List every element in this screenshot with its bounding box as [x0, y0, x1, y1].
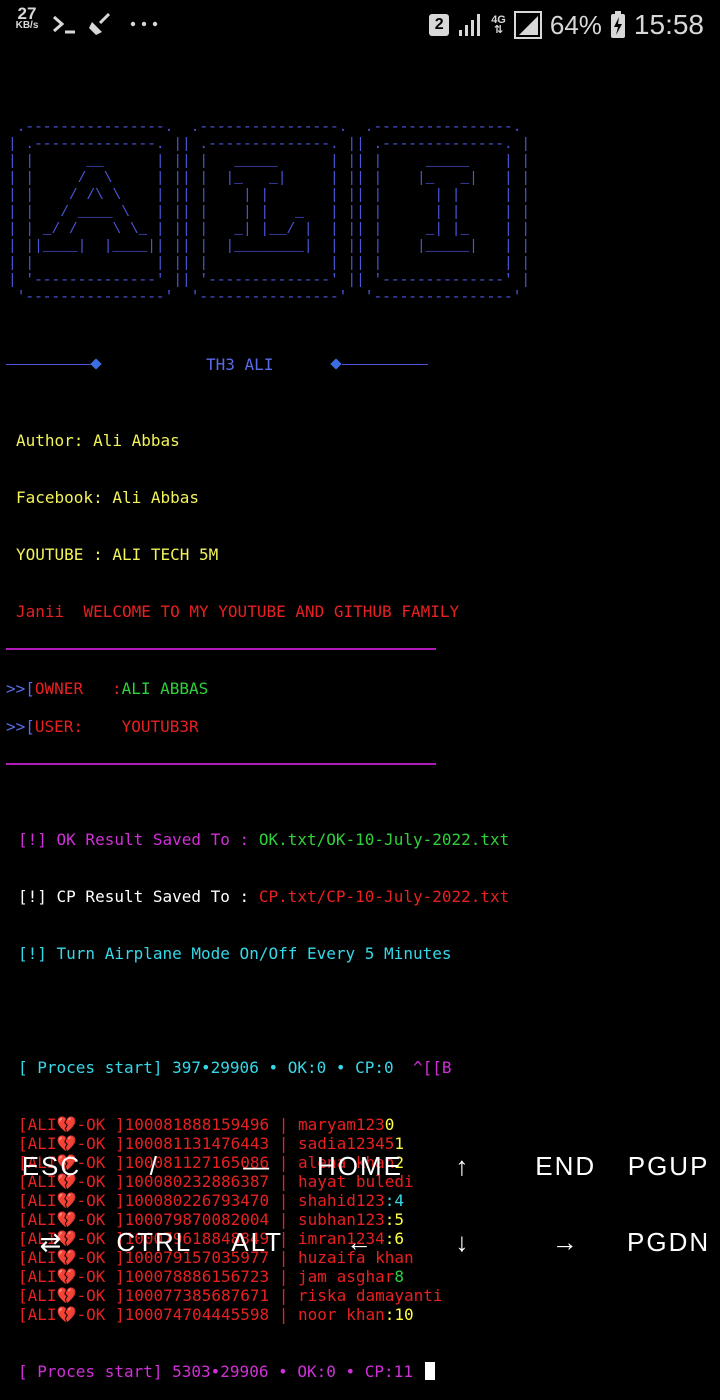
extra-keys-row-2: ⇄ CTRL ALT ← ↓ → PGDN	[0, 1204, 720, 1280]
user-prefix: >>[	[6, 717, 35, 736]
esc-key[interactable]: ESC	[0, 1128, 103, 1204]
terminal-prompt-icon	[50, 10, 78, 38]
extra-keys-bar: ESC / — HOME ↑ END PGUP ⇄ CTRL ALT ← ↓ → PGDN	[0, 1128, 720, 1280]
cp-save-notice: [!] CP Result Saved To : CP.txt/CP-10-Ju…	[18, 887, 509, 906]
result-tag: [ALI💔-OK ]	[18, 1286, 125, 1305]
signal-icon	[459, 14, 481, 36]
status-bar: 27 KB/s 2 4G ⇅ 64% 15:58	[0, 0, 720, 50]
network-speed: 27 KB/s	[12, 4, 42, 32]
end-key[interactable]: END	[514, 1128, 617, 1204]
signal-full-icon	[513, 11, 542, 39]
banner-divider-right	[342, 364, 428, 365]
owner-value: ALI ABBAS	[121, 679, 209, 698]
owner-prefix: >>[	[6, 679, 35, 698]
network-speed-unit: KB/s	[15, 20, 39, 31]
dash-key[interactable]: —	[206, 1128, 309, 1204]
ascii-banner: .----------------. | .--------------. | …	[8, 86, 530, 324]
process-start-text: [ Proces start] 397•29906 • OK:0 • CP:0	[18, 1058, 413, 1077]
owner-label: OWNER :	[34, 679, 122, 698]
banner-tag: TH3 ALI	[206, 355, 274, 374]
ctrl-key[interactable]: CTRL	[103, 1204, 206, 1280]
airplane-notice: [!] Turn Airplane Mode On/Off Every 5 Mi…	[18, 944, 452, 963]
down-arrow-key[interactable]: ↓	[411, 1204, 514, 1280]
tab-key[interactable]: ⇄	[0, 1204, 103, 1280]
user-label: USER:	[34, 717, 122, 736]
diamond-icon	[90, 358, 102, 370]
network-speed-value: 27	[17, 4, 37, 23]
process-end-text: [ Proces start] 5303•29906 • OK:0 • CP:1…	[18, 1362, 413, 1381]
result-pass: riska damayanti	[298, 1286, 443, 1305]
result-row: [ALI💔-OK ]100074704445598 | noor khan:10	[18, 1305, 509, 1324]
ascii-letter-l: .----------------. | .--------------. | …	[182, 120, 357, 306]
cp-notice-file: CP.txt/CP-10-July-2022.txt	[258, 887, 510, 906]
ascii-letter-a: .----------------. | .--------------. | …	[8, 120, 183, 306]
pgup-key[interactable]: PGUP	[617, 1128, 720, 1204]
result-tag: [ALI💔-OK ]	[18, 1305, 125, 1324]
battery-charging-icon	[610, 11, 625, 38]
ok-notice-prefix: [!]	[18, 830, 57, 849]
diamond-icon	[330, 358, 342, 370]
terminal-output: [!] OK Result Saved To : OK.txt/OK-10-Ju…	[18, 792, 509, 1400]
result-uid: 100077385687671	[124, 1286, 270, 1305]
youtube-line: YOUTUBE : ALI TECH 5M	[16, 545, 219, 564]
process-start-line: [ Proces start] 397•29906 • OK:0 • CP:0 …	[18, 1058, 509, 1077]
cp-notice-label: [!] CP Result Saved To :	[18, 887, 259, 906]
result-separator: |	[269, 1286, 299, 1305]
author-line: Author: Ali Abbas	[16, 431, 180, 450]
divider-rule	[6, 763, 436, 765]
clock: 15:58	[633, 9, 704, 40]
divider-rule	[6, 648, 436, 650]
up-arrow-key[interactable]: ↑	[411, 1128, 514, 1204]
right-arrow-key[interactable]: →	[514, 1204, 617, 1280]
more-notifications-icon	[128, 10, 160, 38]
owner-line: >>[OWNER :ALI ABBAS	[6, 679, 208, 698]
data-arrows-icon: ⇅	[493, 24, 504, 36]
network-type: 4G ⇅	[491, 15, 506, 36]
left-arrow-key[interactable]: ←	[309, 1204, 412, 1280]
ascii-letter-i: .----------------. | .--------------. | …	[356, 120, 531, 306]
terminal-cursor[interactable]	[424, 1362, 435, 1380]
result-row: [ALI💔-OK ]100077385687671 | riska damaya…	[18, 1286, 509, 1305]
ok-save-notice: [!] OK Result Saved To : OK.txt/OK-10-Ju…	[18, 830, 509, 849]
battery-percent: 64%	[549, 9, 602, 40]
result-pass: noor khan	[298, 1305, 385, 1324]
status-right: 2 4G ⇅ 64% 15:58	[429, 6, 704, 44]
result-suffix: :10	[384, 1305, 414, 1324]
user-value: YOUTUB3R	[121, 717, 199, 736]
broom-icon	[86, 10, 114, 38]
banner-divider-left	[6, 364, 92, 365]
ok-notice-file: OK.txt/OK-10-July-2022.txt	[258, 830, 510, 849]
slash-key[interactable]: /	[103, 1128, 206, 1204]
extra-keys-row-1: ESC / — HOME ↑ END PGUP	[0, 1128, 720, 1204]
process-end-line: [ Proces start] 5303•29906 • OK:0 • CP:1…	[18, 1362, 509, 1381]
welcome-line: Janii WELCOME TO MY YOUTUBE AND GITHUB F…	[16, 602, 460, 621]
result-uid: 100074704445598	[124, 1305, 270, 1324]
alt-key[interactable]: ALT	[206, 1204, 309, 1280]
home-key[interactable]: HOME	[309, 1128, 412, 1204]
facebook-line: Facebook: Ali Abbas	[16, 488, 200, 507]
sim-slot-badge: 2	[429, 14, 450, 36]
result-separator: |	[269, 1305, 299, 1324]
escape-sequence: ^[[B	[412, 1058, 452, 1077]
pgdn-key[interactable]: PGDN	[617, 1204, 720, 1280]
user-line: >>[USER: YOUTUB3R	[6, 717, 199, 736]
ok-notice-label: OK Result Saved To :	[56, 830, 259, 849]
